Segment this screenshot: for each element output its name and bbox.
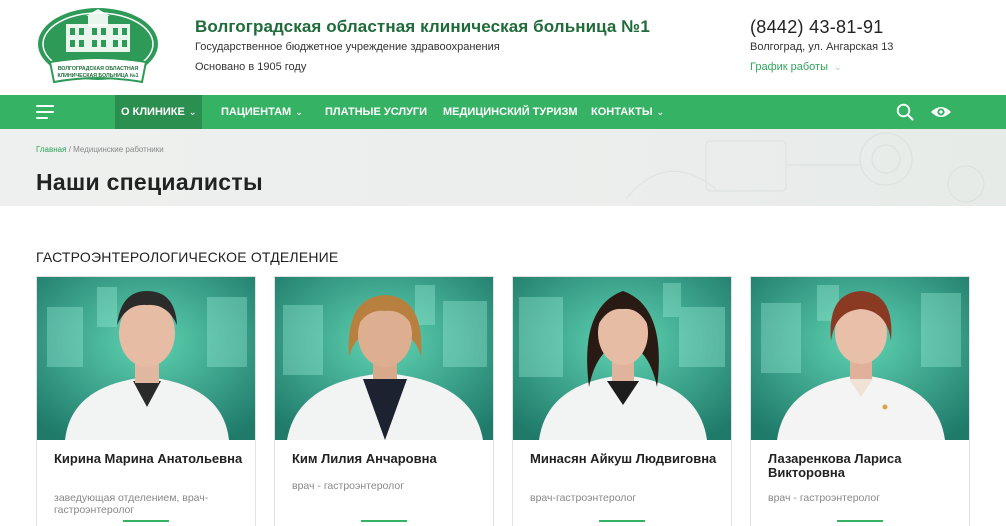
card-underline — [361, 520, 407, 522]
chevron-down-icon: ⌄ — [656, 107, 665, 117]
schedule-label: График работы — [750, 61, 828, 73]
chevron-down-icon: ⌄ — [834, 62, 842, 72]
card-underline — [123, 520, 169, 522]
address: Волгоград, ул. Ангарская 13 — [750, 41, 894, 53]
search-icon[interactable] — [896, 103, 914, 121]
nav-item-label: ПАЦИЕНТАМ — [221, 106, 292, 118]
breadcrumb-current: Медицинские работники — [73, 145, 164, 154]
doctor-card[interactable]: Минасян Айкуш Людвиговна врач-гастроэнте… — [512, 276, 732, 526]
nav-item-label: ПЛАТНЫЕ УСЛУГИ — [325, 106, 428, 118]
card-underline — [837, 520, 883, 522]
banner-decoration — [625, 132, 985, 203]
doctor-photo — [513, 277, 731, 440]
eye-icon[interactable] — [930, 104, 952, 120]
main-nav: О КЛИНИКЕ ⌄ ПАЦИЕНТАМ ⌄ ПЛАТНЫЕ УСЛУГИ МЕД… — [0, 95, 1006, 129]
nav-item-patients[interactable]: ПАЦИЕНТАМ ⌄ — [215, 95, 309, 129]
doctor-role: врач - гастроэнтеролог — [292, 480, 405, 492]
hospital-logo[interactable]: ВОЛГОГРАДСКАЯ ОБЛАСТНАЯ КЛИНИЧЕСКАЯ БОЛЬ… — [36, 6, 160, 90]
doctor-card[interactable]: Ким Лилия Анчаровна врач - гастроэнтерол… — [274, 276, 494, 526]
doctor-photo — [275, 277, 493, 440]
phone-number[interactable]: (8442) 43-81-91 — [750, 17, 884, 38]
doctor-role: врач - гастроэнтеролог — [768, 492, 881, 504]
breadcrumb-home-link[interactable]: Главная — [36, 145, 66, 154]
site-header: ВОЛГОГРАДСКАЯ ОБЛАСТНАЯ КЛИНИЧЕСКАЯ БОЛЬ… — [0, 0, 1006, 95]
page-banner: Главная / Медицинские работники Наши спе… — [0, 129, 1006, 206]
doctor-name[interactable]: Лазаренкова Лариса Викторовна — [768, 452, 958, 480]
doctor-role: врач-гастроэнтеролог — [530, 492, 637, 504]
doctor-name[interactable]: Минасян Айкуш Людвиговна — [530, 452, 720, 466]
schedule-link[interactable]: График работы ⌄ — [750, 61, 842, 73]
doctor-photo — [37, 277, 255, 440]
nav-item-paid-services[interactable]: ПЛАТНЫЕ УСЛУГИ — [319, 95, 433, 129]
page-title: Наши специалисты — [36, 169, 263, 195]
breadcrumb: Главная / Медицинские работники — [36, 145, 164, 154]
logo-text-line1: ВОЛГОГРАДСКАЯ ОБЛАСТНАЯ — [58, 66, 139, 72]
nav-item-contacts[interactable]: КОНТАКТЫ ⌄ — [585, 95, 670, 129]
nav-item-label: КОНТАКТЫ — [591, 106, 653, 118]
doctor-photo — [751, 277, 969, 440]
doctor-name[interactable]: Ким Лилия Анчаровна — [292, 452, 482, 466]
logo-text-line2: КЛИНИЧЕСКАЯ БОЛЬНИЦА №1 — [57, 73, 138, 79]
chevron-down-icon: ⌄ — [295, 107, 303, 117]
nav-item-label: О КЛИНИКЕ — [121, 106, 185, 118]
nav-item-about[interactable]: О КЛИНИКЕ ⌄ — [115, 95, 203, 129]
org-founded: Основано в 1905 году — [195, 61, 307, 73]
doctor-role: заведующая отделением, врач-гастроэнтеро… — [54, 492, 209, 516]
doctor-card[interactable]: Лазаренкова Лариса Викторовна врач - гас… — [750, 276, 970, 526]
card-underline — [599, 520, 645, 522]
breadcrumb-separator: / — [68, 145, 71, 154]
org-title[interactable]: Волгоградская областная клиническая боль… — [195, 17, 650, 37]
nav-item-label: МЕДИЦИНСКИЙ ТУРИЗМ — [443, 106, 578, 118]
org-subtitle: Государственное бюджетное учреждение здр… — [195, 41, 500, 53]
doctor-name[interactable]: Кирина Марина Анатольевна — [54, 452, 244, 466]
doctor-card[interactable]: Кирина Марина Анатольевна заведующая отд… — [36, 276, 256, 526]
department-title: ГАСТРОЭНТЕРОЛОГИЧЕСКОЕ ОТДЕЛЕНИЕ — [36, 249, 339, 265]
nav-item-medical-tourism[interactable]: МЕДИЦИНСКИЙ ТУРИЗМ — [437, 95, 584, 129]
chevron-down-icon: ⌄ — [188, 107, 197, 117]
hamburger-icon[interactable] — [36, 105, 54, 119]
